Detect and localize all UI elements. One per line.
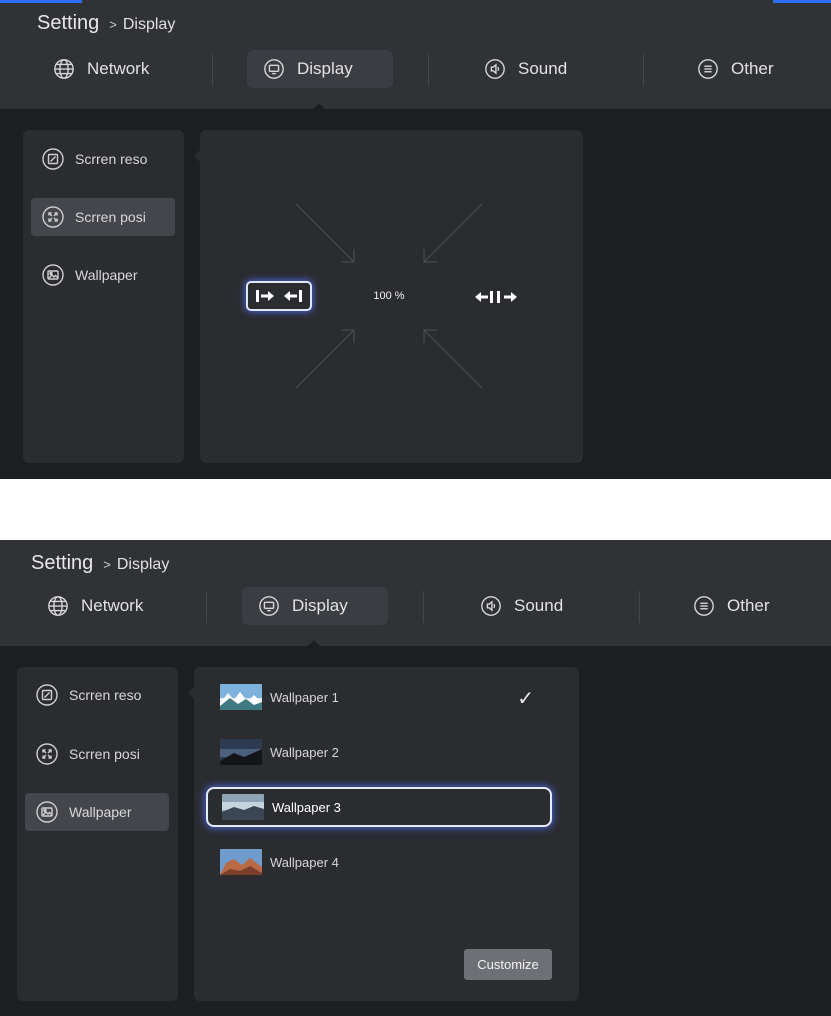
wallpaper-item-3[interactable]: Wallpaper 3 — [206, 787, 552, 827]
tab-divider — [428, 54, 429, 86]
zoom-percentage: 100 % — [373, 290, 405, 302]
sidebar-item-wallpaper[interactable]: Wallpaper — [25, 793, 169, 831]
wallpaper-icon — [36, 801, 58, 823]
sidebar-item-label: Wallpaper — [75, 267, 138, 283]
globe-icon — [54, 59, 74, 79]
display-sidebar: Scrren reso Scrren posi Wallpaper — [17, 667, 178, 1001]
menu-icon — [694, 596, 714, 616]
globe-icon — [48, 596, 68, 616]
menu-icon — [698, 59, 718, 79]
settings-screen-wallpaper: Setting > Display Network Display Sound Ot… — [0, 540, 831, 1016]
breadcrumb-separator: > — [109, 17, 117, 32]
breadcrumb-current: Display — [122, 16, 176, 33]
breadcrumb-root[interactable]: Setting — [31, 552, 93, 574]
tab-divider — [639, 591, 640, 623]
checkmark-icon: ✓ — [517, 688, 534, 710]
tab-label: Display — [297, 59, 353, 78]
position-icon — [42, 206, 64, 228]
expand-screen-button[interactable] — [470, 283, 526, 311]
tab-network[interactable]: Network — [37, 50, 165, 88]
sidebar-item-screen-resolution[interactable]: Scrren reso — [25, 676, 169, 714]
display-sidebar: Scrren reso Scrren posi Wallpaper — [23, 130, 184, 463]
wallpaper-item-label: Wallpaper 4 — [270, 854, 339, 870]
tab-label: Sound — [514, 596, 564, 615]
tab-label: Other — [731, 59, 774, 78]
wallpaper-thumbnail — [222, 794, 264, 820]
tab-divider — [212, 54, 213, 86]
tab-label: Other — [727, 596, 770, 615]
tab-label: Network — [81, 596, 144, 615]
settings-header: Setting > Display Network Display Sound Ot… — [0, 540, 831, 646]
active-tab-caret — [312, 103, 326, 110]
tab-label: Sound — [518, 59, 568, 78]
screen-position-panel: 100 % — [200, 130, 583, 463]
tab-other[interactable]: Other — [677, 587, 786, 625]
breadcrumb-root[interactable]: Setting — [37, 12, 99, 34]
resolution-icon — [36, 684, 58, 706]
tab-divider — [423, 591, 424, 623]
wallpaper-thumbnail — [220, 684, 262, 710]
active-tab-caret — [307, 640, 321, 647]
tab-label: Display — [292, 596, 348, 615]
speaker-icon — [485, 59, 505, 79]
shrink-arrows-icon — [256, 290, 302, 302]
sidebar-item-label: Scrren reso — [69, 687, 142, 703]
display-icon — [264, 59, 284, 79]
tab-divider — [643, 54, 644, 86]
wallpaper-item-label: Wallpaper 3 — [272, 799, 341, 815]
sidebar-item-label: Scrren posi — [69, 746, 140, 762]
breadcrumb-current: Display — [116, 556, 170, 573]
accent-bar-right — [773, 0, 831, 3]
wallpaper-item-4[interactable]: Wallpaper 4 — [206, 843, 552, 881]
tab-label: Network — [87, 59, 150, 78]
wallpaper-item-label: Wallpaper 2 — [270, 744, 339, 760]
wallpaper-icon — [42, 264, 64, 286]
customize-button[interactable]: Customize — [464, 949, 552, 980]
wallpaper-item-2[interactable]: Wallpaper 2 — [206, 733, 552, 771]
wallpaper-item-label: Wallpaper 1 — [270, 689, 339, 705]
breadcrumb-separator: > — [103, 557, 111, 572]
sidebar-item-label: Scrren reso — [75, 151, 148, 167]
tab-display[interactable]: Display — [247, 50, 393, 88]
tab-bar: Network Display Sound Other — [0, 50, 831, 90]
wallpaper-panel: Wallpaper 1 ✓ Wallpaper 2 Wallpaper 3 Wa… — [194, 667, 579, 1001]
shrink-screen-button[interactable] — [246, 281, 312, 311]
display-icon — [259, 596, 279, 616]
wallpaper-thumbnail — [220, 739, 262, 765]
breadcrumb: Setting > Display — [37, 12, 175, 35]
tab-bar: Network Display Sound Other — [0, 587, 831, 627]
expand-arrows-icon — [475, 291, 517, 303]
wallpaper-item-1[interactable]: Wallpaper 1 ✓ — [206, 678, 552, 716]
wallpaper-thumbnail — [220, 849, 262, 875]
sidebar-item-label: Wallpaper — [69, 804, 132, 820]
tab-display[interactable]: Display — [242, 587, 388, 625]
tab-other[interactable]: Other — [681, 50, 790, 88]
sidebar-item-screen-position[interactable]: Scrren posi — [25, 735, 169, 773]
sidebar-item-wallpaper[interactable]: Wallpaper — [31, 256, 175, 294]
tab-network[interactable]: Network — [31, 587, 159, 625]
settings-header: Setting > Display Network Display Sound Ot… — [0, 0, 831, 109]
accent-bar-left — [0, 0, 82, 3]
tab-sound[interactable]: Sound — [468, 50, 583, 88]
resolution-icon — [42, 148, 64, 170]
sidebar-item-label: Scrren posi — [75, 209, 146, 225]
settings-screen-position: Setting > Display Network Display Sound Ot… — [0, 0, 831, 479]
position-icon — [36, 743, 58, 765]
sidebar-item-screen-resolution[interactable]: Scrren reso — [31, 140, 175, 178]
breadcrumb: Setting > Display — [31, 552, 169, 575]
tab-divider — [206, 591, 207, 623]
sidebar-item-screen-position[interactable]: Scrren posi — [31, 198, 175, 236]
tab-sound[interactable]: Sound — [464, 587, 579, 625]
speaker-icon — [481, 596, 501, 616]
